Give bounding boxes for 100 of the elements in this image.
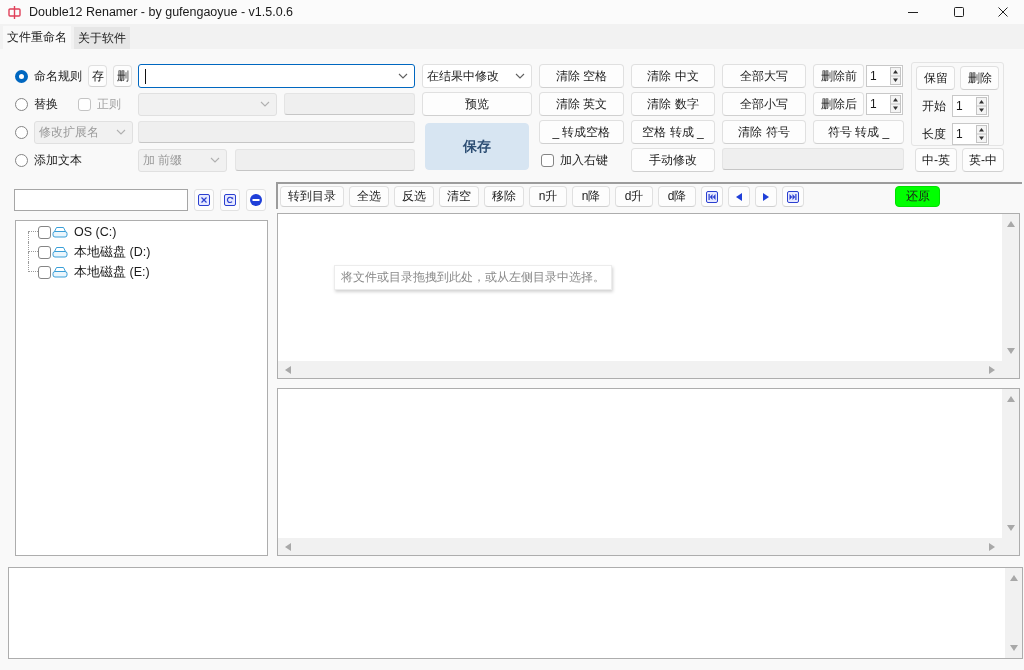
vertical-scrollbar[interactable] — [1005, 568, 1022, 658]
range-button[interactable]: 保留 — [916, 66, 955, 90]
radio-label: 命名规则 — [34, 67, 82, 85]
remove-button[interactable] — [246, 189, 266, 211]
action-button[interactable]: 清除 英文 — [539, 92, 624, 116]
spin-arrows-icon — [976, 97, 987, 115]
scroll-left-icon[interactable] — [285, 365, 291, 374]
preview-button[interactable]: 预览 — [422, 92, 532, 116]
input-field[interactable] — [138, 121, 415, 143]
scroll-up-icon[interactable] — [1009, 575, 1018, 581]
preview-list[interactable] — [277, 388, 1020, 556]
action-button[interactable]: 空格 转成 _ — [631, 120, 715, 144]
horizontal-scrollbar[interactable] — [278, 538, 1019, 555]
scroll-down-icon[interactable] — [1006, 525, 1015, 531]
radio-button[interactable] — [15, 125, 28, 139]
number-spinner[interactable]: 1 — [866, 93, 903, 115]
action-button[interactable]: 全部大写 — [722, 64, 806, 88]
number-spinner[interactable]: 1 — [952, 123, 989, 145]
action-button[interactable]: 全部小写 — [722, 92, 806, 116]
scroll-up-icon[interactable] — [1006, 396, 1015, 402]
rule-button[interactable]: 删 — [113, 65, 132, 87]
checkbox[interactable] — [78, 97, 91, 111]
last-button[interactable] — [782, 186, 804, 207]
input-field[interactable] — [235, 149, 415, 171]
range-button[interactable]: 删除 — [960, 66, 999, 90]
rule-button[interactable]: 存 — [88, 65, 107, 87]
refresh-button[interactable] — [220, 189, 240, 211]
drop-hint: 将文件或目录拖拽到此处，或从左侧目录中选择。 — [334, 265, 612, 290]
action-button[interactable]: 清除 符号 — [722, 120, 806, 144]
scroll-right-icon[interactable] — [989, 365, 995, 374]
toolbar-button[interactable]: 全选 — [349, 186, 389, 207]
spin-arrows-icon — [890, 95, 901, 113]
input-field[interactable] — [284, 93, 415, 115]
scroll-down-icon[interactable] — [1006, 348, 1015, 354]
toolbar-button[interactable]: d升 — [615, 186, 653, 207]
toolbar-button[interactable]: n升 — [529, 186, 567, 207]
toolbar-button[interactable]: 清空 — [439, 186, 479, 207]
path-input-field[interactable] — [14, 189, 188, 211]
close-icon — [998, 7, 1008, 17]
action-button[interactable]: 清除 中文 — [631, 64, 715, 88]
scroll-right-icon[interactable] — [989, 542, 995, 551]
number-spinner[interactable]: 1 — [952, 95, 989, 117]
radio-label: 替换 — [34, 95, 58, 113]
skip-forward-icon — [787, 190, 799, 203]
manual-edit-button[interactable]: 手动修改 — [631, 148, 715, 172]
maximize-icon — [954, 7, 964, 17]
folder-tree[interactable]: OS (C:) 本地磁盘 (D:) 本地磁盘 (E:) — [15, 220, 268, 556]
input-field[interactable] — [722, 148, 904, 170]
drive-icon — [52, 246, 68, 258]
horizontal-scrollbar[interactable] — [278, 361, 1019, 378]
toolbar-button[interactable]: 转到目录 — [280, 186, 344, 207]
vertical-scrollbar[interactable] — [1002, 214, 1019, 361]
scroll-left-icon[interactable] — [285, 542, 291, 551]
translate-button[interactable]: 英-中 — [962, 148, 1004, 172]
result-mode-dropdown[interactable]: 在结果中修改 — [422, 64, 532, 88]
trim-button[interactable]: 删除前 — [813, 64, 864, 88]
tab[interactable]: 关于软件 — [74, 27, 130, 49]
toolbar-button[interactable]: 反选 — [394, 186, 434, 207]
trim-button[interactable]: 删除后 — [813, 92, 864, 116]
radio-button[interactable] — [15, 97, 28, 111]
spin-arrows-icon — [976, 125, 987, 143]
action-button[interactable]: 清除 空格 — [539, 64, 624, 88]
save-button[interactable]: 保存 — [425, 123, 529, 170]
triangle-right-icon — [763, 192, 769, 201]
skip-back-icon — [706, 190, 718, 203]
toolbar-button[interactable]: d降 — [658, 186, 696, 207]
rule-combobox[interactable] — [138, 64, 415, 88]
toolbar-button[interactable]: 移除 — [484, 186, 524, 207]
drive-label[interactable]: 本地磁盘 (D:) — [74, 243, 151, 261]
checkbox-label: 加入右键 — [560, 151, 608, 169]
checkbox[interactable] — [38, 225, 51, 239]
action-button[interactable]: 清除 数字 — [631, 92, 715, 116]
checkbox[interactable] — [38, 265, 51, 279]
drive-label[interactable]: OS (C:) — [74, 225, 117, 239]
checkbox[interactable] — [541, 153, 554, 167]
action-button[interactable]: 符号 转成 _ — [813, 120, 904, 144]
checkbox[interactable] — [38, 245, 51, 259]
next-button[interactable] — [755, 186, 777, 207]
file-list[interactable]: 将文件或目录拖拽到此处，或从左侧目录中选择。 — [277, 213, 1020, 379]
scroll-down-icon[interactable] — [1009, 645, 1018, 651]
minus-circle-icon — [250, 194, 262, 206]
radio-label: 添加文本 — [34, 151, 82, 169]
radio-button[interactable] — [15, 153, 28, 167]
clear-button[interactable] — [194, 189, 214, 211]
chevron-down-icon — [260, 101, 270, 107]
action-button[interactable]: _ 转成空格 — [539, 120, 624, 144]
toolbar-button[interactable]: n降 — [572, 186, 610, 207]
tab[interactable]: 文件重命名 — [3, 26, 71, 49]
drive-label[interactable]: 本地磁盘 (E:) — [74, 263, 150, 281]
radio-button[interactable] — [15, 69, 28, 83]
triangle-left-icon — [736, 192, 742, 201]
window-title: Double12 Renamer - by gufengaoyue - v1.5.0.6 — [29, 5, 295, 19]
restore-button[interactable]: 还原 — [895, 186, 940, 207]
drive-icon — [52, 226, 68, 238]
previous-button[interactable] — [728, 186, 750, 207]
translate-button[interactable]: 中-英 — [915, 148, 957, 172]
first-button[interactable] — [701, 186, 723, 207]
scroll-up-icon[interactable] — [1006, 221, 1015, 227]
number-spinner[interactable]: 1 — [866, 65, 903, 87]
vertical-scrollbar[interactable] — [1002, 389, 1019, 538]
